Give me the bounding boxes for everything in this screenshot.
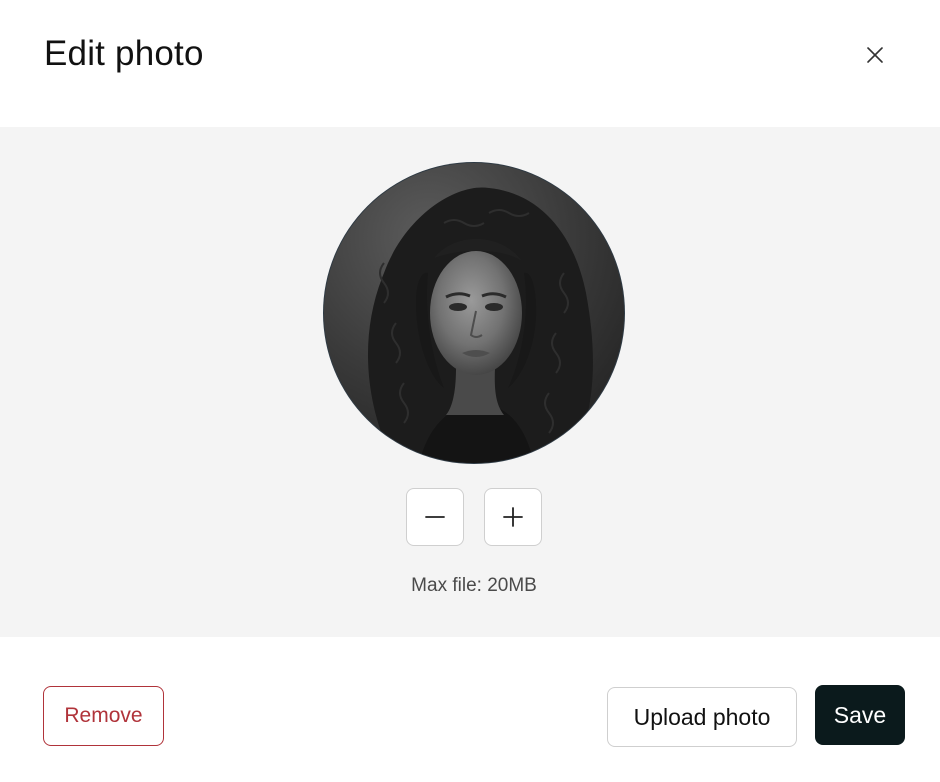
- edit-photo-dialog: Edit photo Max file: 20MB Remove Upload …: [0, 0, 940, 782]
- dialog-header: Edit photo: [0, 0, 940, 127]
- close-button[interactable]: [861, 41, 889, 69]
- remove-button[interactable]: Remove: [43, 686, 164, 746]
- avatar-crop-preview[interactable]: [324, 163, 624, 463]
- max-file-size-hint: Max file: 20MB: [411, 575, 537, 596]
- upload-photo-button[interactable]: Upload photo: [607, 687, 797, 747]
- zoom-out-button[interactable]: [406, 488, 464, 546]
- dialog-title: Edit photo: [44, 34, 204, 73]
- plus-icon: [503, 507, 523, 527]
- save-button[interactable]: Save: [815, 685, 905, 745]
- avatar-portrait-image: [324, 163, 624, 463]
- close-icon: [867, 47, 883, 63]
- minus-icon: [425, 516, 445, 518]
- zoom-in-button[interactable]: [484, 488, 542, 546]
- dialog-footer: Remove Upload photo Save: [0, 637, 940, 782]
- photo-editor-area: Max file: 20MB: [0, 127, 940, 637]
